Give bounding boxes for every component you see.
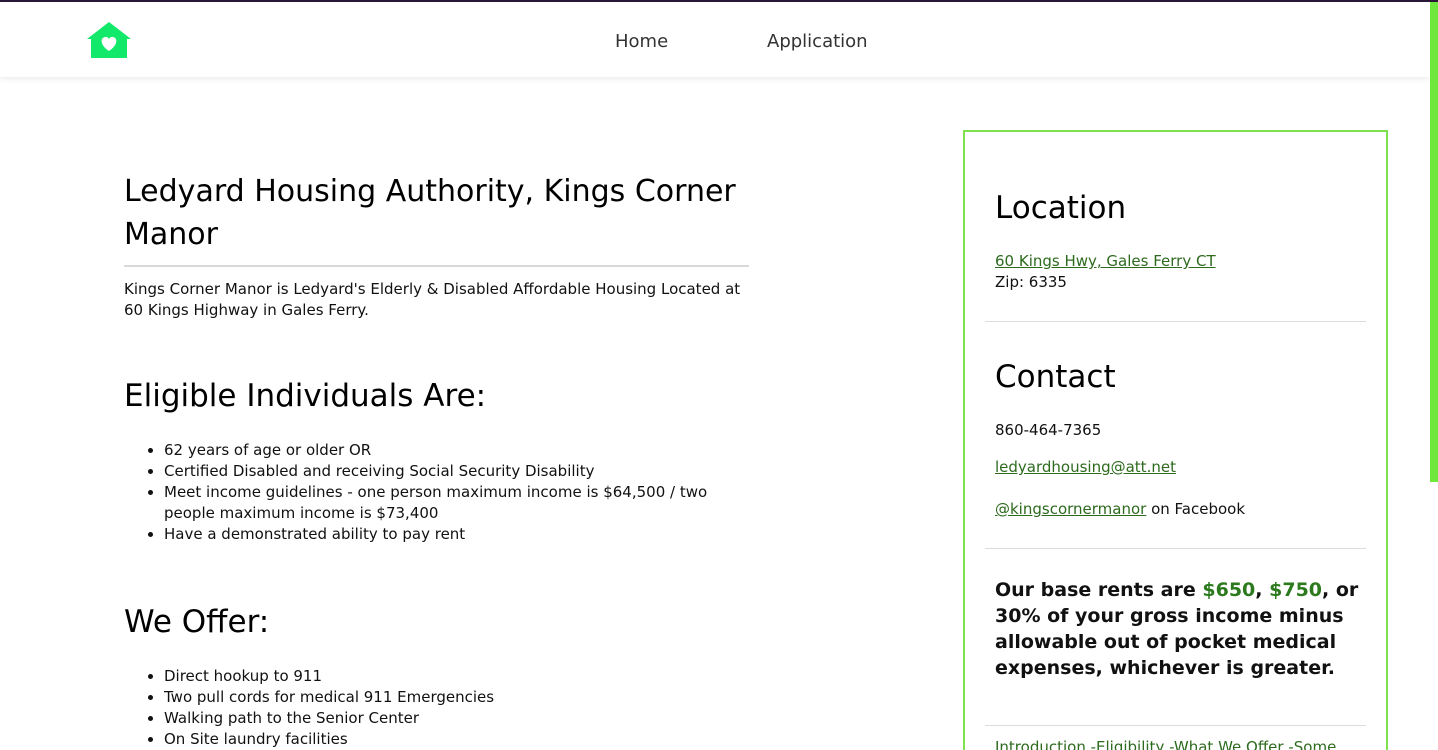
list-item: On Site laundry facilities [164,729,749,750]
email-link[interactable]: ledyardhousing@att.net [995,457,1176,478]
address-link[interactable]: 60 Kings Hwy, Gales Ferry CT [995,252,1216,270]
house-heart-icon[interactable] [86,21,132,59]
main-content: Ledyard Housing Authority, Kings Corner … [124,170,749,748]
sidebar-divider [985,548,1366,549]
toc-some-link[interactable]: Some [1294,738,1337,750]
rent-prefix: Our base rents are [995,579,1203,601]
scrollbar-thumb[interactable] [1430,2,1438,482]
location-heading: Location [995,190,1127,226]
sidebar-divider [985,725,1366,726]
list-item: Have a demonstrated ability to pay rent [164,524,749,545]
page-title: Ledyard Housing Authority, Kings Corner … [124,174,736,252]
facebook-suffix: on Facebook [1146,500,1246,518]
nav-home-link[interactable]: Home [615,31,668,52]
sidebar-divider [985,321,1366,322]
list-item: Direct hookup to 911 [164,666,749,687]
rent-info: Our base rents are $650, $750, or 30% of… [995,577,1365,681]
list-item: 62 years of age or older OR [164,440,749,461]
navbar: Home Application [0,2,1430,77]
facebook-link[interactable]: @kingscornermanor [995,500,1146,518]
list-item: Two pull cords for medical 911 Emergenci… [164,687,749,708]
list-item: Walking path to the Senior Center [164,708,749,729]
eligible-heading: Eligible Individuals Are: [124,378,487,414]
toc-eligibility-link[interactable]: Eligibility [1096,738,1164,750]
offer-list: Direct hookup to 911 Two pull cords for … [164,666,749,750]
rent-price: $650 [1202,579,1256,601]
phone-text: 860-464-7365 [995,421,1102,439]
list-item: Meet income guidelines - one person maxi… [164,482,749,524]
address-block: 60 Kings Hwy, Gales Ferry CT Zip: 6335 [995,251,1216,293]
rent-price: $750 [1269,579,1323,601]
toc-introduction-link[interactable]: Introduction [995,738,1086,750]
zip-text: Zip: 6335 [995,273,1067,291]
eligible-list: 62 years of age or older OR Certified Di… [164,440,749,545]
offer-heading: We Offer: [124,604,270,640]
list-item: Certified Disabled and receiving Social … [164,461,749,482]
section-nav: Introduction -Eligibility -What We Offer… [995,738,1365,750]
nav-application-link[interactable]: Application [767,31,868,52]
info-sidebar: Location 60 Kings Hwy, Gales Ferry CT Zi… [963,130,1388,750]
contact-heading: Contact [995,359,1116,395]
rent-separator: , [1255,579,1270,601]
toc-offer-link[interactable]: What We Offer [1174,738,1284,750]
facebook-line: @kingscornermanor on Facebook [995,499,1245,520]
title-divider [124,265,749,267]
intro-text: Kings Corner Manor is Ledyard's Elderly … [124,280,741,319]
